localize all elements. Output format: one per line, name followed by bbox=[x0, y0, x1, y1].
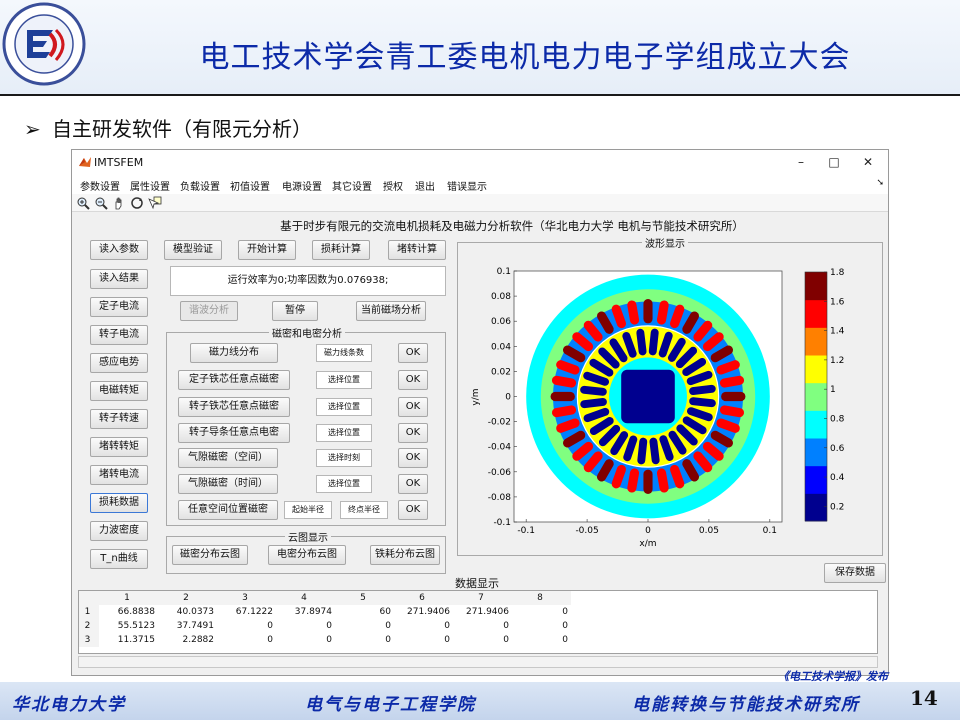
table-cell[interactable]: 2.2882 bbox=[158, 633, 217, 647]
table-header-row: 1 2 3 4 5 6 7 8 bbox=[79, 591, 877, 605]
footer-institute: 电能转换与节能技术研究所 bbox=[632, 695, 860, 715]
bullet-text: 自主研发软件（有限元分析） bbox=[52, 117, 312, 141]
column-header: 3 bbox=[217, 591, 276, 605]
column-header: 6 bbox=[394, 591, 453, 605]
colorbar-tick-label: 1.8 bbox=[830, 268, 845, 278]
x-tick-label: 0.05 bbox=[699, 526, 719, 536]
footer-university: 华北电力大学 bbox=[12, 695, 126, 715]
column-header: 1 bbox=[99, 591, 158, 605]
table-cell[interactable]: 11.3715 bbox=[99, 633, 158, 647]
table-cell[interactable]: 0 bbox=[394, 619, 453, 633]
colorbar-tick-label: 0.4 bbox=[830, 473, 845, 483]
y-tick-label: 0 bbox=[505, 393, 511, 403]
column-header: 7 bbox=[453, 591, 512, 605]
shaft-region bbox=[621, 369, 675, 424]
colorbar-segment bbox=[805, 382, 827, 411]
colorbar-segment bbox=[805, 465, 827, 494]
header-divider bbox=[0, 94, 960, 96]
data-display-title: 数据显示 bbox=[455, 577, 499, 590]
table-corner-cell bbox=[79, 591, 99, 605]
table-cell[interactable]: 67.1222 bbox=[217, 605, 276, 619]
table-cell[interactable]: 60 bbox=[335, 605, 394, 619]
y-tick-label: -0.1 bbox=[493, 518, 511, 528]
university-logo bbox=[2, 2, 86, 86]
x-axis-label: x/m bbox=[639, 539, 656, 549]
table-row[interactable]: 1 66.8838 40.0373 67.1222 37.8974 60 271.9406 2… bbox=[79, 605, 877, 619]
table-cell[interactable]: 66.8838 bbox=[99, 605, 158, 619]
colorbar-tick-label: 1.6 bbox=[830, 297, 845, 307]
x-tick-label: 0.1 bbox=[763, 526, 777, 536]
arrow-bullet-icon: ➢ bbox=[24, 117, 41, 141]
table-row[interactable]: 2 55.5123 37.7491 0 0 0 0 0 0 bbox=[79, 619, 877, 633]
table-row[interactable]: 3 11.3715 2.2882 0 0 0 0 0 0 bbox=[79, 633, 877, 647]
y-axis-label: y/m bbox=[471, 388, 481, 405]
data-table[interactable]: 1 2 3 4 5 6 7 8 1 66.8838 40.0373 67.1222 37… bbox=[78, 590, 878, 654]
bullet-item: ➢ 自主研发软件（有限元分析） bbox=[24, 113, 312, 142]
x-tick-label: 0 bbox=[645, 526, 651, 536]
flux-density-plot: -0.1 -0.05 0 0.05 0.1 0.1 0.08 0.06 0.04 0.02 0 -0.… bbox=[471, 267, 845, 549]
page-number: 14 bbox=[910, 686, 938, 710]
horizontal-scrollbar[interactable] bbox=[78, 656, 878, 668]
colorbar-segment bbox=[805, 410, 827, 439]
slide-title: 电工技术学会青工委电机电力电子学组成立大会 bbox=[199, 40, 851, 75]
colorbar-tick-label: 1 bbox=[830, 385, 836, 395]
colorbar: 1.8 1.6 1.4 1.2 1 0.8 0.6 0.4 0.2 bbox=[804, 268, 845, 522]
table-cell[interactable]: 0 bbox=[453, 619, 512, 633]
row-header: 3 bbox=[79, 633, 99, 647]
x-tick-label: -0.1 bbox=[517, 526, 535, 536]
table-cell[interactable]: 271.9406 bbox=[394, 605, 453, 619]
row-header: 2 bbox=[79, 619, 99, 633]
y-tick-label: 0.08 bbox=[491, 292, 511, 302]
colorbar-tick-label: 0.6 bbox=[830, 444, 845, 454]
table-cell[interactable]: 0 bbox=[512, 619, 571, 633]
y-tick-label: 0.02 bbox=[491, 367, 511, 377]
colorbar-segment bbox=[805, 438, 827, 467]
colorbar-segment bbox=[805, 272, 827, 301]
table-cell[interactable]: 0 bbox=[512, 633, 571, 647]
table-cell[interactable]: 0 bbox=[394, 633, 453, 647]
stator-slot-mark bbox=[643, 469, 653, 494]
table-cell[interactable]: 0 bbox=[217, 619, 276, 633]
table-cell[interactable]: 0 bbox=[335, 619, 394, 633]
y-tick-label: 0.04 bbox=[491, 342, 511, 352]
y-tick-label: -0.02 bbox=[488, 418, 511, 428]
table-cell[interactable]: 0 bbox=[217, 633, 276, 647]
colorbar-tick-label: 0.2 bbox=[830, 502, 844, 512]
stator-slot-mark bbox=[643, 299, 653, 324]
table-cell[interactable]: 55.5123 bbox=[99, 619, 158, 633]
stator-slot-mark bbox=[550, 391, 575, 402]
table-cell[interactable]: 37.8974 bbox=[276, 605, 335, 619]
table-cell[interactable]: 0 bbox=[335, 633, 394, 647]
table-cell[interactable]: 40.0373 bbox=[158, 605, 217, 619]
footer-school: 电气与电子工程学院 bbox=[305, 695, 476, 715]
y-tick-label: -0.04 bbox=[488, 443, 512, 453]
colorbar-segment bbox=[805, 327, 827, 356]
column-header: 4 bbox=[276, 591, 335, 605]
colorbar-tick-label: 1.4 bbox=[830, 327, 845, 337]
app-window: IMTSFEM – □ ✕ 参数设置 属性设置 负载设置 初值设置 电源设置 其… bbox=[71, 149, 889, 676]
table-cell[interactable]: 0 bbox=[512, 605, 571, 619]
y-tick-label: 0.1 bbox=[497, 267, 511, 277]
colorbar-segment bbox=[805, 493, 827, 522]
column-header: 2 bbox=[158, 591, 217, 605]
save-data-button[interactable]: 保存数据 bbox=[824, 563, 886, 583]
table-cell[interactable]: 37.7491 bbox=[158, 619, 217, 633]
heatmap-content bbox=[526, 274, 770, 519]
colorbar-tick-label: 0.8 bbox=[830, 414, 845, 424]
colorbar-segment bbox=[805, 299, 827, 328]
x-tick-label: -0.05 bbox=[575, 526, 598, 536]
table-cell[interactable]: 0 bbox=[453, 633, 512, 647]
colorbar-segment bbox=[805, 355, 827, 384]
column-header: 5 bbox=[335, 591, 394, 605]
colorbar-tick-label: 1.2 bbox=[830, 356, 844, 366]
row-header: 1 bbox=[79, 605, 99, 619]
table-cell[interactable]: 0 bbox=[276, 633, 335, 647]
y-tick-label: 0.06 bbox=[491, 317, 511, 327]
column-header: 8 bbox=[512, 591, 571, 605]
y-tick-label: -0.06 bbox=[488, 468, 512, 478]
table-cell[interactable]: 271.9406 bbox=[453, 605, 512, 619]
table-cell[interactable]: 0 bbox=[276, 619, 335, 633]
y-tick-label: -0.08 bbox=[488, 493, 512, 503]
stator-slot-mark bbox=[721, 391, 746, 402]
